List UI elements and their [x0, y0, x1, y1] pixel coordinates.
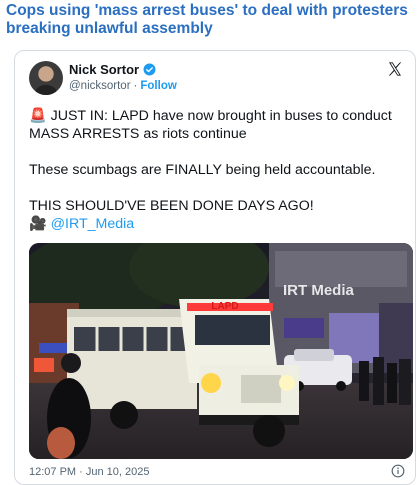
video-watermark: IRT Media — [283, 282, 354, 299]
avatar[interactable] — [29, 61, 63, 95]
handle-row: @nicksortor · Follow — [69, 80, 177, 92]
video-frame: LAPD IRT Media — [29, 243, 413, 459]
info-icon[interactable] — [391, 464, 405, 478]
embedded-tweet[interactable]: Nick Sortor @nicksortor · Follow 🚨 JUST … — [14, 50, 416, 485]
author-row: Nick Sortor — [69, 62, 156, 77]
follow-button[interactable]: Follow — [140, 80, 176, 92]
article-headline: Cops using 'mass arrest buses' to deal w… — [6, 2, 408, 37]
camera-emoji: 🎥 — [29, 216, 47, 232]
tweet-line-1-text: JUST IN: LAPD have now brought in buses … — [29, 108, 392, 142]
tweet-line-3: THIS SHOULD'VE BEEN DONE DAYS AGO! — [29, 198, 314, 214]
tweet-video[interactable]: LAPD IRT Media — [29, 243, 413, 459]
siren-emoji: 🚨 — [29, 108, 47, 124]
separator: · — [133, 80, 138, 92]
author-handle[interactable]: @nicksortor — [69, 80, 131, 92]
tweet-line-2: These scumbags are FINALLY being held ac… — [29, 162, 376, 178]
tweet-timestamp[interactable]: 12:07 PM · Jun 10, 2025 — [29, 466, 149, 478]
verified-badge-icon — [143, 63, 156, 76]
bus-grille — [241, 375, 281, 403]
tweet-credit: 🎥 @IRT_Media — [29, 215, 409, 233]
tweet-text: 🚨 JUST IN: LAPD have now brought in buse… — [29, 107, 409, 233]
author-name[interactable]: Nick Sortor — [69, 62, 139, 77]
lit-window — [284, 318, 324, 338]
x-logo-icon[interactable] — [387, 61, 403, 77]
bus-sign: LAPD — [211, 301, 238, 312]
tweet-line-1: 🚨 JUST IN: LAPD have now brought in buse… — [29, 107, 409, 143]
credit-link[interactable]: @IRT_Media — [51, 216, 135, 232]
